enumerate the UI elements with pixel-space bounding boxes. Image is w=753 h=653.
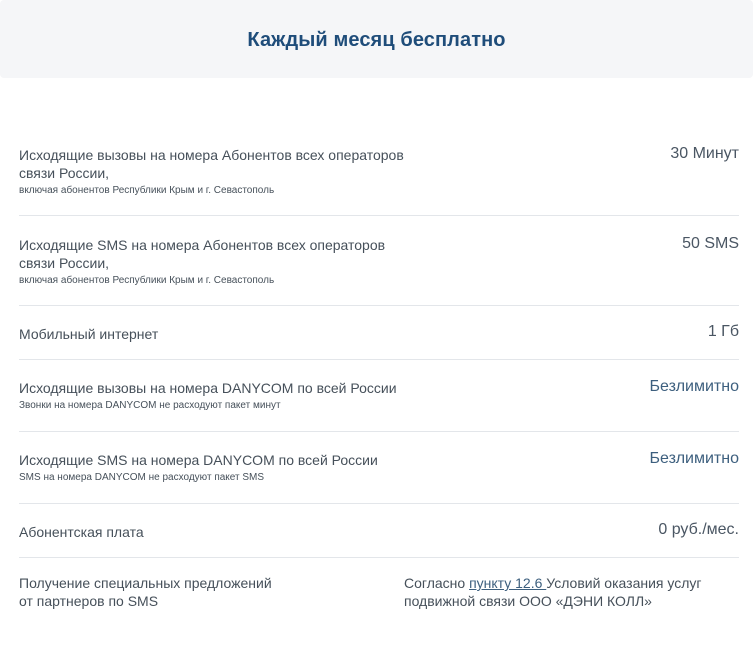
table-row-sms-danycom: Исходящие SMS на номера DANYCOM по всей … bbox=[19, 432, 739, 504]
row-label: Мобильный интернет bbox=[19, 326, 159, 342]
row-label: Исходящие вызовы на номера Абонентов все… bbox=[19, 147, 404, 181]
row-text: Исходящие вызовы на номера Абонентов все… bbox=[19, 146, 409, 197]
row-text: Исходящие вызовы на номера DANYCOM по вс… bbox=[19, 379, 439, 412]
row-text: Мобильный интернет bbox=[19, 325, 419, 343]
row-label: Получение специальных предложений от пар… bbox=[19, 575, 272, 609]
row-note: включая абонентов Республики Крым и г. С… bbox=[19, 275, 275, 286]
row-text: Исходящие SMS на номера Абонентов всех о… bbox=[19, 236, 389, 287]
row-text: Получение специальных предложений от пар… bbox=[19, 574, 279, 610]
row-label: Исходящие SMS на номера Абонентов всех о… bbox=[19, 237, 386, 271]
row-text: Абонентская плата bbox=[19, 523, 419, 541]
table-row-outgoing-calls-all: Исходящие вызовы на номера Абонентов все… bbox=[19, 126, 739, 216]
table-row-outgoing-sms-all: Исходящие SMS на номера Абонентов всех о… bbox=[19, 216, 739, 306]
table-row-partner-offers: Получение специальных предложений от пар… bbox=[19, 558, 739, 628]
row-value-terms: Согласно пункту 12.6 Условий оказания ус… bbox=[404, 574, 724, 610]
terms-prefix: Согласно bbox=[404, 575, 470, 591]
tariff-features-table: Исходящие вызовы на номера Абонентов все… bbox=[19, 126, 739, 628]
row-label: Абонентская плата bbox=[19, 524, 144, 540]
row-value: Безлимитно bbox=[649, 378, 739, 395]
row-note: Звонки на номера DANYCOM не расходуют па… bbox=[19, 400, 281, 411]
row-value: 30 Минут bbox=[670, 145, 739, 162]
row-value: 1 Гб bbox=[707, 323, 739, 340]
table-row-subscription-fee: Абонентская плата 0 руб./мес. bbox=[19, 504, 739, 558]
table-row-mobile-internet: Мобильный интернет 1 Гб bbox=[19, 306, 739, 360]
row-note: включая абонентов Республики Крым и г. С… bbox=[19, 185, 275, 196]
row-label: Исходящие вызовы на номера DANYCOM по вс… bbox=[19, 380, 397, 396]
page-title: Каждый месяц бесплатно bbox=[247, 29, 506, 51]
row-value: Безлимитно bbox=[649, 450, 739, 467]
row-value: 0 руб./мес. bbox=[658, 521, 739, 538]
tariff-header-card: Каждый месяц бесплатно bbox=[0, 0, 753, 78]
row-label: Исходящие SMS на номера DANYCOM по всей … bbox=[19, 452, 378, 468]
row-note: SMS на номера DANYCOM не расходуют пакет… bbox=[19, 472, 265, 483]
row-text: Исходящие SMS на номера DANYCOM по всей … bbox=[19, 451, 439, 484]
row-value: 50 SMS bbox=[682, 235, 739, 252]
table-row-calls-danycom: Исходящие вызовы на номера DANYCOM по вс… bbox=[19, 360, 739, 432]
terms-clause-link[interactable]: пункту 12.6 bbox=[469, 575, 546, 591]
